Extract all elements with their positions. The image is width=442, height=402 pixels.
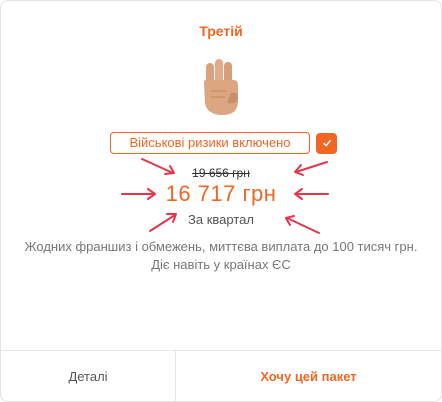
plan-title: Третій bbox=[199, 23, 243, 39]
annotation-arrow-icon bbox=[285, 215, 320, 234]
package-description: Жодних франшиз і обмежень, миттєва випла… bbox=[24, 239, 418, 272]
checkmark-icon bbox=[322, 139, 331, 147]
annotation-arrow-icon bbox=[294, 188, 329, 200]
military-risks-badge: Військові ризики включено bbox=[110, 132, 310, 154]
annotation-arrow-icon bbox=[294, 161, 328, 176]
billing-period: За квартал bbox=[188, 212, 254, 227]
old-price: 19 656 грн bbox=[192, 166, 250, 180]
choose-package-button[interactable]: Хочу цей пакет bbox=[176, 351, 441, 401]
price: 16 717 грн bbox=[165, 181, 277, 206]
card-footer: Деталі Хочу цей пакет bbox=[1, 350, 441, 401]
military-risks-row: Військові ризики включено bbox=[110, 132, 337, 154]
three-fingers-hand-icon bbox=[187, 53, 257, 123]
annotation-arrow-icon bbox=[141, 158, 175, 175]
package-card: Третій Військові ризики включено 19 656 … bbox=[0, 0, 442, 402]
details-button[interactable]: Деталі bbox=[1, 351, 176, 401]
annotation-arrow-icon bbox=[121, 188, 156, 200]
annotation-arrow-icon bbox=[149, 213, 177, 232]
military-risks-toggle[interactable] bbox=[316, 132, 337, 154]
